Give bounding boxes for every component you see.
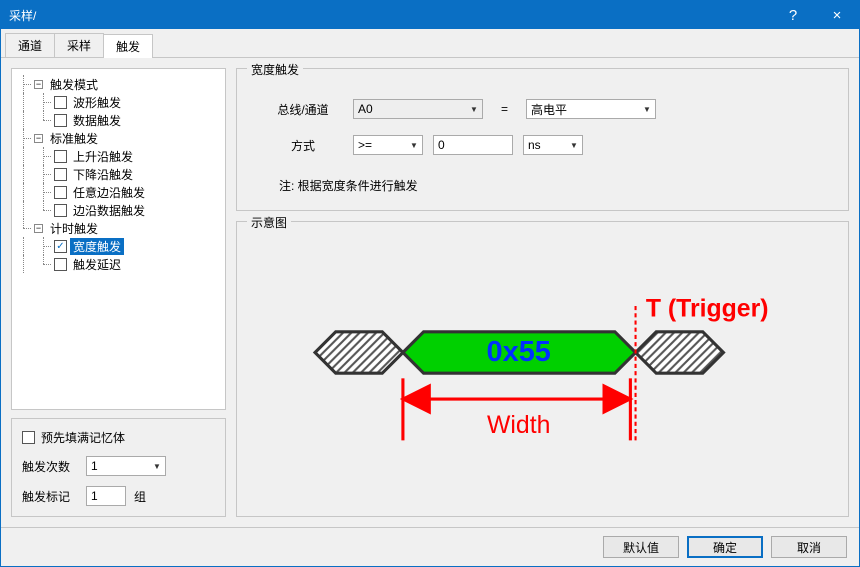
right-column: 宽度触发 总线/通道 A0 ▼ = 高电平 ▼ 方式 (236, 68, 849, 517)
tree-item-waveform-trigger[interactable]: 波形触发 (70, 94, 124, 111)
tab-channel[interactable]: 通道 (5, 33, 55, 57)
tree-item-data-trigger[interactable]: 数据触发 (70, 112, 124, 129)
checkbox-edge-data[interactable] (54, 204, 67, 217)
sampling-dialog: 采样/ ? × 通道 采样 触发 − 触发模式 (0, 0, 860, 567)
content-area: − 触发模式 波形触发 (1, 58, 859, 527)
checkbox-trigger-delay[interactable] (54, 258, 67, 271)
checkbox-falling-edge[interactable] (54, 168, 67, 181)
expander-standard-trigger[interactable]: − (34, 134, 43, 143)
left-column: − 触发模式 波形触发 (11, 68, 226, 517)
input-trigger-mark[interactable]: 1 (86, 486, 126, 506)
tree-group-timing-trigger[interactable]: 计时触发 (47, 220, 101, 237)
tree-item-any-edge[interactable]: 任意边沿触发 (70, 184, 148, 201)
diagram-svg: T (Trigger) 0x55 Width (253, 236, 832, 500)
diagram-width-label: Width (487, 412, 550, 439)
tab-bar: 通道 采样 触发 (1, 29, 859, 58)
checkbox-prefill-memory[interactable] (22, 431, 35, 444)
legend-width-trigger: 宽度触发 (247, 61, 303, 78)
group-width-trigger: 宽度触发 总线/通道 A0 ▼ = 高电平 ▼ 方式 (236, 68, 849, 211)
checkbox-any-edge[interactable] (54, 186, 67, 199)
combo-trigger-count[interactable]: 1 ▼ (86, 456, 166, 476)
label-trigger-count: 触发次数 (22, 458, 78, 475)
diagram-trigger-label: T (Trigger) (646, 295, 769, 322)
chevron-down-icon: ▼ (406, 141, 422, 150)
help-button[interactable]: ? (771, 1, 815, 29)
legend-diagram: 示意图 (247, 214, 291, 231)
label-bus-channel: 总线/通道 (253, 101, 353, 118)
checkbox-waveform-trigger[interactable] (54, 96, 67, 109)
tree-item-trigger-delay[interactable]: 触发延迟 (70, 256, 124, 273)
label-note: 注: 根据宽度条件进行触发 (279, 177, 832, 194)
tree-item-width-trigger[interactable]: 宽度触发 (70, 238, 124, 255)
trigger-tree-panel: − 触发模式 波形触发 (11, 68, 226, 410)
checkbox-data-trigger[interactable] (54, 114, 67, 127)
label-mark-unit: 组 (134, 488, 146, 505)
label-equals: = (501, 102, 508, 116)
diagram-data-label: 0x55 (487, 336, 551, 368)
label-trigger-mark: 触发标记 (22, 488, 78, 505)
chevron-down-icon: ▼ (466, 105, 482, 114)
combo-mode[interactable]: >= ▼ (353, 135, 423, 155)
tree-item-rising-edge[interactable]: 上升沿触发 (70, 148, 136, 165)
ok-button[interactable]: 确定 (687, 536, 763, 558)
chevron-down-icon: ▼ (639, 105, 655, 114)
checkbox-width-trigger[interactable]: ✓ (54, 240, 67, 253)
tree-item-falling-edge[interactable]: 下降沿触发 (70, 166, 136, 183)
tree-item-edge-data[interactable]: 边沿数据触发 (70, 202, 148, 219)
expander-trigger-mode[interactable]: − (34, 80, 43, 89)
tree-group-trigger-mode[interactable]: 触发模式 (47, 76, 101, 93)
label-prefill-memory: 预先填满记忆体 (41, 429, 125, 446)
combo-level[interactable]: 高电平 ▼ (526, 99, 656, 119)
tree-group-standard-trigger[interactable]: 标准触发 (47, 130, 101, 147)
label-mode: 方式 (253, 137, 353, 154)
chevron-down-icon: ▼ (149, 462, 165, 471)
input-number[interactable]: 0 (433, 135, 513, 155)
titlebar: 采样/ ? × (1, 1, 859, 29)
window-title: 采样/ (9, 7, 771, 24)
chevron-down-icon: ▼ (566, 141, 582, 150)
tab-trigger[interactable]: 触发 (103, 34, 153, 58)
cancel-button[interactable]: 取消 (771, 536, 847, 558)
trigger-tree[interactable]: − 触发模式 波形触发 (14, 75, 223, 273)
group-diagram: 示意图 T (Tri (236, 221, 849, 517)
close-button[interactable]: × (815, 1, 859, 29)
tab-sampling[interactable]: 采样 (54, 33, 104, 57)
left-bottom-panel: 预先填满记忆体 触发次数 1 ▼ 触发标记 1 组 (11, 418, 226, 517)
checkbox-rising-edge[interactable] (54, 150, 67, 163)
defaults-button[interactable]: 默认值 (603, 536, 679, 558)
expander-timing-trigger[interactable]: − (34, 224, 43, 233)
combo-unit[interactable]: ns ▼ (523, 135, 583, 155)
combo-bus-channel[interactable]: A0 ▼ (353, 99, 483, 119)
dialog-footer: 默认值 确定 取消 (1, 527, 859, 566)
